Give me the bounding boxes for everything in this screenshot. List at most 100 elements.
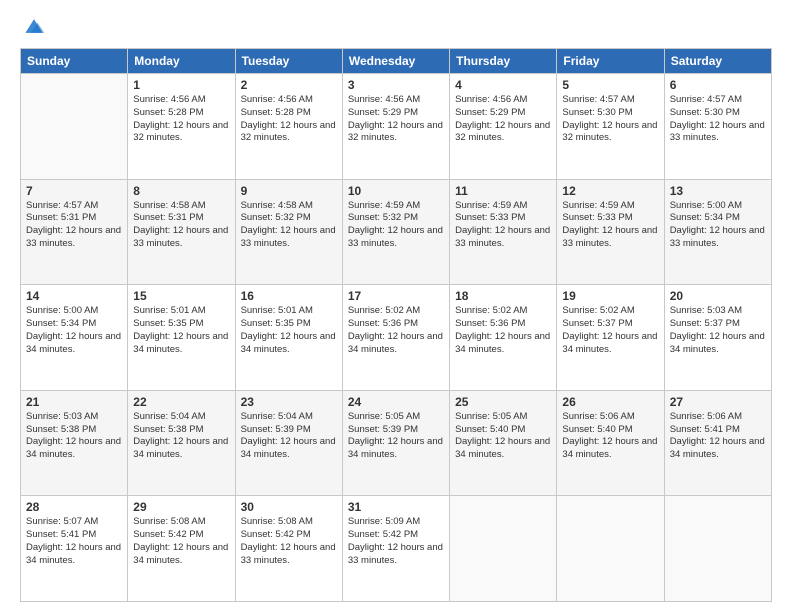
weekday-header-row: SundayMondayTuesdayWednesdayThursdayFrid… <box>21 49 772 74</box>
calendar-week-row: 1 Sunrise: 4:56 AMSunset: 5:28 PMDaylight… <box>21 74 772 180</box>
day-number: 21 <box>26 395 122 409</box>
day-info: Sunrise: 4:58 AMSunset: 5:31 PMDaylight:… <box>133 200 229 251</box>
day-number: 3 <box>348 78 444 92</box>
calendar-cell: 30 Sunrise: 5:08 AMSunset: 5:42 PMDayligh… <box>235 496 342 602</box>
calendar-cell: 28 Sunrise: 5:07 AMSunset: 5:41 PMDayligh… <box>21 496 128 602</box>
calendar-cell: 18 Sunrise: 5:02 AMSunset: 5:36 PMDayligh… <box>450 285 557 391</box>
weekday-header: Sunday <box>21 49 128 74</box>
calendar-cell: 5 Sunrise: 4:57 AMSunset: 5:30 PMDaylight… <box>557 74 664 180</box>
calendar-cell: 14Sunrise: 5:00 AMSunset: 5:34 PMDayligh… <box>21 285 128 391</box>
calendar-week-row: 21 Sunrise: 5:03 AMSunset: 5:38 PMDayligh… <box>21 390 772 496</box>
day-info: Sunrise: 5:06 AMSunset: 5:40 PMDaylight:… <box>562 411 658 462</box>
weekday-header: Friday <box>557 49 664 74</box>
day-info: Sunrise: 5:08 AMSunset: 5:42 PMDaylight:… <box>241 516 337 567</box>
day-number: 11 <box>455 184 551 198</box>
day-info: Sunrise: 4:57 AMSunset: 5:30 PMDaylight:… <box>562 94 658 145</box>
day-info: Sunrise: 4:57 AMSunset: 5:30 PMDaylight:… <box>670 94 766 145</box>
day-info: Sunrise: 5:05 AMSunset: 5:39 PMDaylight:… <box>348 411 444 462</box>
day-number: 28 <box>26 500 122 514</box>
day-info: Sunrise: 5:00 AMSunset: 5:34 PMDaylight:… <box>670 200 766 251</box>
day-info: Sunrise: 4:56 AMSunset: 5:28 PMDaylight:… <box>241 94 337 145</box>
day-info: Sunrise: 4:59 AMSunset: 5:32 PMDaylight:… <box>348 200 444 251</box>
day-number: 27 <box>670 395 766 409</box>
day-info: Sunrise: 5:05 AMSunset: 5:40 PMDaylight:… <box>455 411 551 462</box>
calendar-week-row: 28 Sunrise: 5:07 AMSunset: 5:41 PMDayligh… <box>21 496 772 602</box>
day-info: Sunrise: 5:02 AMSunset: 5:36 PMDaylight:… <box>455 305 551 356</box>
day-number: 12 <box>562 184 658 198</box>
day-number: 18 <box>455 289 551 303</box>
day-info: Sunrise: 4:59 AMSunset: 5:33 PMDaylight:… <box>562 200 658 251</box>
weekday-header: Monday <box>128 49 235 74</box>
day-number: 8 <box>133 184 229 198</box>
calendar-cell <box>21 74 128 180</box>
day-info: Sunrise: 4:56 AMSunset: 5:29 PMDaylight:… <box>348 94 444 145</box>
day-info: Sunrise: 5:02 AMSunset: 5:36 PMDaylight:… <box>348 305 444 356</box>
calendar-cell: 2 Sunrise: 4:56 AMSunset: 5:28 PMDaylight… <box>235 74 342 180</box>
day-info: Sunrise: 5:03 AMSunset: 5:38 PMDaylight:… <box>26 411 122 462</box>
calendar-cell: 31 Sunrise: 5:09 AMSunset: 5:42 PMDayligh… <box>342 496 449 602</box>
day-info: Sunrise: 5:00 AMSunset: 5:34 PMDaylight:… <box>26 305 122 356</box>
calendar-cell: 21 Sunrise: 5:03 AMSunset: 5:38 PMDayligh… <box>21 390 128 496</box>
day-info: Sunrise: 5:04 AMSunset: 5:39 PMDaylight:… <box>241 411 337 462</box>
logo <box>20 22 46 38</box>
day-info: Sunrise: 4:56 AMSunset: 5:29 PMDaylight:… <box>455 94 551 145</box>
day-number: 19 <box>562 289 658 303</box>
day-info: Sunrise: 5:03 AMSunset: 5:37 PMDaylight:… <box>670 305 766 356</box>
calendar-cell: 8 Sunrise: 4:58 AMSunset: 5:31 PMDaylight… <box>128 179 235 285</box>
day-number: 6 <box>670 78 766 92</box>
day-info: Sunrise: 5:01 AMSunset: 5:35 PMDaylight:… <box>133 305 229 356</box>
calendar-cell: 23Sunrise: 5:04 AMSunset: 5:39 PMDayligh… <box>235 390 342 496</box>
page: SundayMondayTuesdayWednesdayThursdayFrid… <box>0 0 792 612</box>
header <box>20 18 772 38</box>
day-number: 22 <box>133 395 229 409</box>
calendar-cell: 20Sunrise: 5:03 AMSunset: 5:37 PMDayligh… <box>664 285 771 391</box>
day-number: 5 <box>562 78 658 92</box>
calendar-cell: 13 Sunrise: 5:00 AMSunset: 5:34 PMDayligh… <box>664 179 771 285</box>
day-info: Sunrise: 5:02 AMSunset: 5:37 PMDaylight:… <box>562 305 658 356</box>
day-number: 31 <box>348 500 444 514</box>
weekday-header: Tuesday <box>235 49 342 74</box>
day-number: 1 <box>133 78 229 92</box>
calendar-week-row: 14Sunrise: 5:00 AMSunset: 5:34 PMDayligh… <box>21 285 772 391</box>
day-info: Sunrise: 4:57 AMSunset: 5:31 PMDaylight:… <box>26 200 122 251</box>
calendar-cell <box>450 496 557 602</box>
calendar-cell: 17 Sunrise: 5:02 AMSunset: 5:36 PMDayligh… <box>342 285 449 391</box>
day-info: Sunrise: 5:09 AMSunset: 5:42 PMDaylight:… <box>348 516 444 567</box>
day-number: 29 <box>133 500 229 514</box>
day-info: Sunrise: 5:04 AMSunset: 5:38 PMDaylight:… <box>133 411 229 462</box>
day-number: 16 <box>241 289 337 303</box>
calendar-cell: 6 Sunrise: 4:57 AMSunset: 5:30 PMDaylight… <box>664 74 771 180</box>
calendar-cell: 19 Sunrise: 5:02 AMSunset: 5:37 PMDayligh… <box>557 285 664 391</box>
calendar-cell: 7 Sunrise: 4:57 AMSunset: 5:31 PMDaylight… <box>21 179 128 285</box>
calendar-cell: 22 Sunrise: 5:04 AMSunset: 5:38 PMDayligh… <box>128 390 235 496</box>
day-info: Sunrise: 5:06 AMSunset: 5:41 PMDaylight:… <box>670 411 766 462</box>
day-info: Sunrise: 5:07 AMSunset: 5:41 PMDaylight:… <box>26 516 122 567</box>
day-number: 25 <box>455 395 551 409</box>
day-number: 17 <box>348 289 444 303</box>
day-number: 4 <box>455 78 551 92</box>
day-info: Sunrise: 4:58 AMSunset: 5:32 PMDaylight:… <box>241 200 337 251</box>
calendar-cell: 9Sunrise: 4:58 AMSunset: 5:32 PMDaylight… <box>235 179 342 285</box>
calendar-cell: 4 Sunrise: 4:56 AMSunset: 5:29 PMDaylight… <box>450 74 557 180</box>
calendar-cell <box>664 496 771 602</box>
day-number: 15 <box>133 289 229 303</box>
day-info: Sunrise: 5:01 AMSunset: 5:35 PMDaylight:… <box>241 305 337 356</box>
calendar-week-row: 7 Sunrise: 4:57 AMSunset: 5:31 PMDaylight… <box>21 179 772 285</box>
calendar-cell: 27 Sunrise: 5:06 AMSunset: 5:41 PMDayligh… <box>664 390 771 496</box>
day-number: 2 <box>241 78 337 92</box>
weekday-header: Wednesday <box>342 49 449 74</box>
day-number: 13 <box>670 184 766 198</box>
day-number: 10 <box>348 184 444 198</box>
day-info: Sunrise: 5:08 AMSunset: 5:42 PMDaylight:… <box>133 516 229 567</box>
calendar-cell: 24Sunrise: 5:05 AMSunset: 5:39 PMDayligh… <box>342 390 449 496</box>
day-info: Sunrise: 4:59 AMSunset: 5:33 PMDaylight:… <box>455 200 551 251</box>
calendar-cell <box>557 496 664 602</box>
day-number: 30 <box>241 500 337 514</box>
calendar: SundayMondayTuesdayWednesdayThursdayFrid… <box>20 48 772 602</box>
calendar-cell: 10 Sunrise: 4:59 AMSunset: 5:32 PMDayligh… <box>342 179 449 285</box>
weekday-header: Thursday <box>450 49 557 74</box>
day-info: Sunrise: 4:56 AMSunset: 5:28 PMDaylight:… <box>133 94 229 145</box>
calendar-cell: 29 Sunrise: 5:08 AMSunset: 5:42 PMDayligh… <box>128 496 235 602</box>
calendar-cell: 16 Sunrise: 5:01 AMSunset: 5:35 PMDayligh… <box>235 285 342 391</box>
day-number: 7 <box>26 184 122 198</box>
